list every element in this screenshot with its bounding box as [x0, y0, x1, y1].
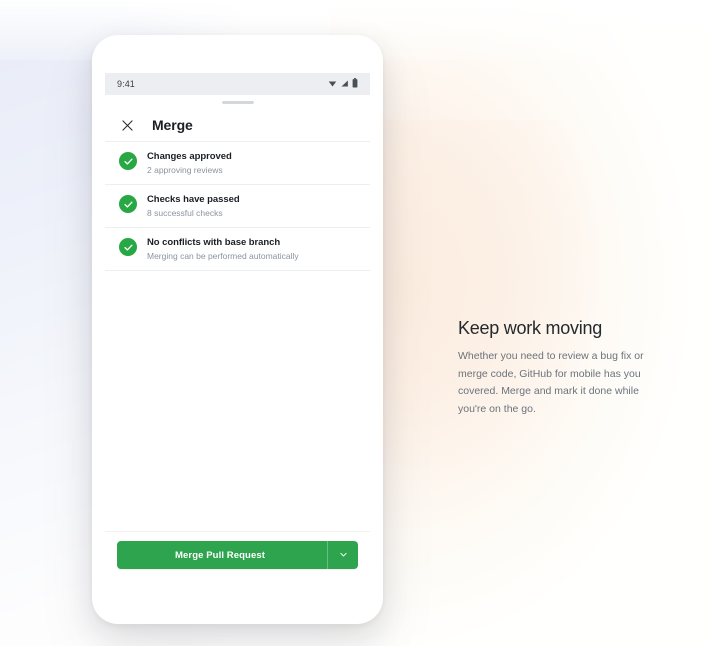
list-item-title: No conflicts with base branch — [147, 237, 281, 248]
sheet-footer: Merge Pull Request — [105, 531, 370, 578]
chevron-down-icon — [339, 546, 348, 564]
check-circle-icon — [119, 195, 137, 213]
battery-icon — [352, 75, 358, 93]
phone-screen: 9:41 Merge Changes approved 2 approving … — [105, 73, 370, 578]
list-item-text: No conflicts with base branch Merging ca… — [147, 237, 299, 262]
list-item-text: Checks have passed 8 successful checks — [147, 194, 240, 219]
list-item[interactable]: No conflicts with base branch Merging ca… — [105, 228, 370, 271]
drag-handle[interactable] — [221, 100, 254, 104]
list-item-text: Changes approved 2 approving reviews — [147, 151, 232, 176]
merge-options-dropdown[interactable] — [327, 541, 358, 569]
wifi-icon — [328, 75, 337, 93]
sheet-header: Merge — [105, 109, 370, 142]
close-icon[interactable] — [119, 117, 136, 134]
merge-pull-request-button[interactable]: Merge Pull Request — [117, 541, 358, 569]
status-bar-time: 9:41 — [117, 79, 135, 89]
check-circle-icon — [119, 152, 137, 170]
copy-heading: Keep work moving — [458, 318, 603, 338]
check-circle-icon — [119, 238, 137, 256]
list-item[interactable]: Changes approved 2 approving reviews — [105, 142, 370, 185]
list-item-title: Checks have passed — [147, 194, 240, 205]
list-item-subtitle: Merging can be performed automatically — [147, 251, 299, 261]
phone-mockup: 9:41 Merge Changes approved 2 approving … — [92, 35, 383, 624]
merge-pull-request-label: Merge Pull Request — [175, 549, 265, 561]
copy-paragraph: Whether you need to review a bug fix or … — [458, 350, 644, 415]
list-item-subtitle: 2 approving reviews — [147, 165, 223, 175]
marketing-copy: Keep work moving Whether you need to rev… — [458, 316, 670, 418]
merge-checklist: Changes approved 2 approving reviews Che… — [105, 142, 370, 271]
signal-icon — [340, 75, 349, 93]
sheet-handle-area[interactable] — [105, 95, 370, 109]
page-title: Merge — [152, 117, 193, 133]
status-bar-icons — [328, 75, 358, 93]
list-item-title: Changes approved — [147, 151, 232, 162]
list-item-subtitle: 8 successful checks — [147, 208, 223, 218]
list-item[interactable]: Checks have passed 8 successful checks — [105, 185, 370, 228]
status-bar: 9:41 — [105, 73, 370, 95]
